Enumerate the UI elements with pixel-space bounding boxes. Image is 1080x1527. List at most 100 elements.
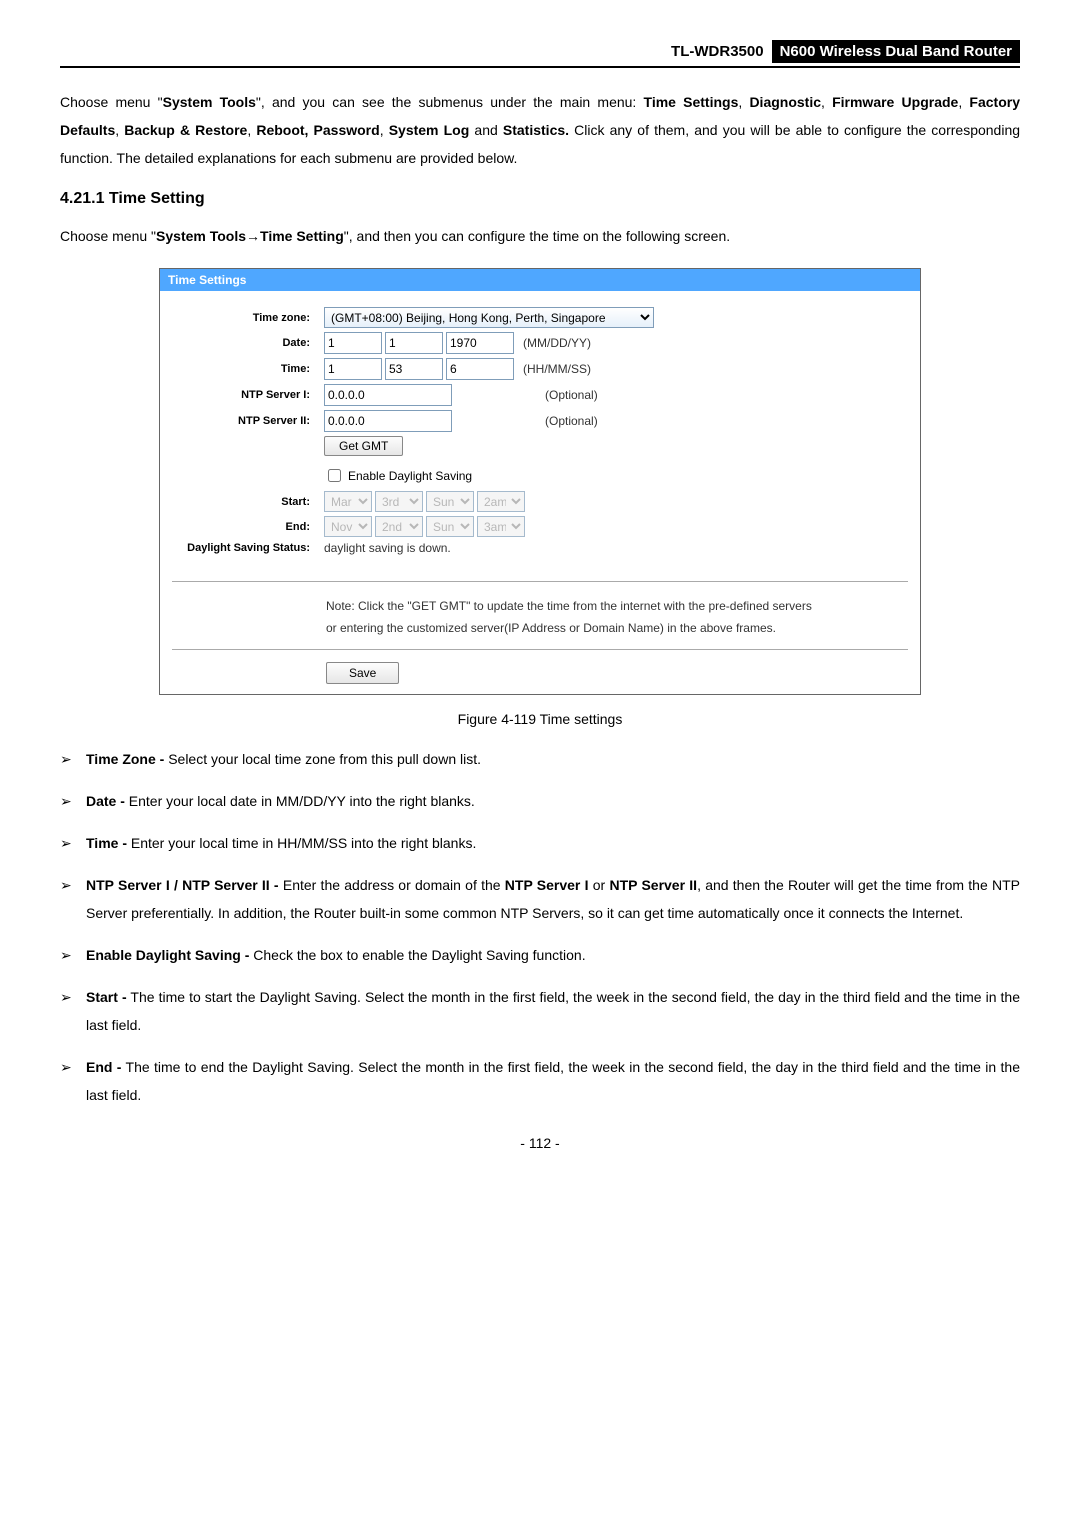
end-month-select[interactable]: Nov [324,516,372,537]
t: Enter your local time in HH/MM/SS into t… [127,835,476,851]
list-item: ➢ Enable Daylight Saving - Check the box… [60,941,1020,969]
bullet-arrow-icon: ➢ [60,941,86,969]
intro-paragraph: Choose menu "System Tools", and you can … [60,88,1020,172]
list-item: ➢ End - The time to end the Daylight Sav… [60,1053,1020,1109]
note-block: Note: Click the "GET GMT" to update the … [172,581,908,649]
t: Backup & Restore [124,122,247,138]
t: Firmware Upgrade [832,94,958,110]
t: End - [86,1059,121,1075]
t: Start - [86,989,127,1005]
start-week-select[interactable]: 3rd [375,491,423,512]
t: Choose menu " [60,228,156,244]
t: Date - [86,793,125,809]
end-time-select[interactable]: 3am [477,516,525,537]
t: Time Setting [260,228,344,244]
t: , [821,94,832,110]
t: Enter the address or domain of the [279,877,505,893]
timezone-select[interactable]: (GMT+08:00) Beijing, Hong Kong, Perth, S… [324,307,654,328]
note-line-2: or entering the customized server(IP Add… [326,618,904,640]
section-heading: 4.21.1 Time Setting [60,190,1020,208]
t: Select your local time zone from this pu… [164,751,481,767]
t: , [958,94,969,110]
ntp2-input[interactable] [324,410,452,432]
time-mm-input[interactable] [385,358,443,380]
enable-ds-label: Enable Daylight Saving [348,469,472,483]
end-day-select[interactable]: Sun [426,516,474,537]
t: , [115,122,124,138]
end-week-select[interactable]: 2nd [375,516,423,537]
label-date: Date: [170,337,324,349]
t: System Tools [156,228,246,244]
ds-status-text: daylight saving is down. [324,541,451,555]
ntp1-input[interactable] [324,384,452,406]
enable-ds-checkbox[interactable] [328,469,341,482]
list-item: ➢ Date - Enter your local date in MM/DD/… [60,787,1020,815]
label-ds-status: Daylight Saving Status: [170,542,324,554]
bullet-arrow-icon: ➢ [60,983,86,1039]
t: Enable Daylight Saving - [86,947,249,963]
list-item: ➢ Time - Enter your local time in HH/MM/… [60,829,1020,857]
save-button[interactable]: Save [326,662,399,684]
bullet-arrow-icon: ➢ [60,745,86,773]
t: ", and then you can configure the time o… [344,228,730,244]
t: Enter your local date in MM/DD/YY into t… [125,793,475,809]
t: Choose menu " [60,94,163,110]
label-end: End: [170,521,324,533]
label-ntp1: NTP Server I: [170,389,324,401]
panel-title: Time Settings [160,269,920,291]
ntp2-optional: (Optional) [545,414,598,428]
figure-caption: Figure 4-119 Time settings [60,711,1020,727]
label-ntp2: NTP Server II: [170,415,324,427]
page-number: - 112 - [60,1135,1020,1151]
t: , [247,122,256,138]
t: NTP Server II [609,877,697,893]
t: Check the box to enable the Daylight Sav… [249,947,585,963]
t: , [380,122,389,138]
t: System Tools [163,94,256,110]
note-line-1: Note: Click the "GET GMT" to update the … [326,596,904,618]
date-day-input[interactable] [385,332,443,354]
time-settings-screenshot: Time Settings Time zone: (GMT+08:00) Bei… [159,268,921,695]
page-header: TL-WDR3500 N600 Wireless Dual Band Route… [60,40,1020,68]
ntp1-optional: (Optional) [545,388,598,402]
label-start: Start: [170,496,324,508]
t: Time Settings [644,94,739,110]
bullet-arrow-icon: ➢ [60,1053,86,1109]
t: Time - [86,835,127,851]
list-item: ➢ Start - The time to start the Daylight… [60,983,1020,1039]
start-month-select[interactable]: Mar [324,491,372,512]
t: The time to end the Daylight Saving. Sel… [86,1059,1020,1103]
bullet-arrow-icon: ➢ [60,787,86,815]
time-ss-input[interactable] [446,358,514,380]
list-item: ➢ NTP Server I / NTP Server II - Enter t… [60,871,1020,927]
t: and [469,122,503,138]
start-time-select[interactable]: 2am [477,491,525,512]
list-item: ➢ Time Zone - Select your local time zon… [60,745,1020,773]
date-month-input[interactable] [324,332,382,354]
time-format-hint: (HH/MM/SS) [523,362,591,376]
time-hh-input[interactable] [324,358,382,380]
t: Reboot, Password [256,122,379,138]
date-year-input[interactable] [446,332,514,354]
t: NTP Server I [505,877,589,893]
bullet-arrow-icon: ➢ [60,829,86,857]
model-label: TL-WDR3500 [671,43,764,60]
t: or [589,877,610,893]
t: Diagnostic [749,94,821,110]
product-label: N600 Wireless Dual Band Router [772,40,1020,63]
label-timezone: Time zone: [170,312,324,324]
t: System Log [389,122,470,138]
t: , [738,94,749,110]
t: Statistics. [503,122,569,138]
t: ", and you can see the submenus under th… [256,94,644,110]
get-gmt-button[interactable]: Get GMT [324,436,403,456]
t: NTP Server I / NTP Server II - [86,877,279,893]
t: Time Zone - [86,751,164,767]
intro-paragraph-2: Choose menu "System Tools→Time Setting",… [60,222,1020,250]
arrow-icon: → [246,228,260,244]
t: The time to start the Daylight Saving. S… [86,989,1020,1033]
date-format-hint: (MM/DD/YY) [523,336,591,350]
label-time: Time: [170,363,324,375]
start-day-select[interactable]: Sun [426,491,474,512]
bullet-arrow-icon: ➢ [60,871,86,927]
